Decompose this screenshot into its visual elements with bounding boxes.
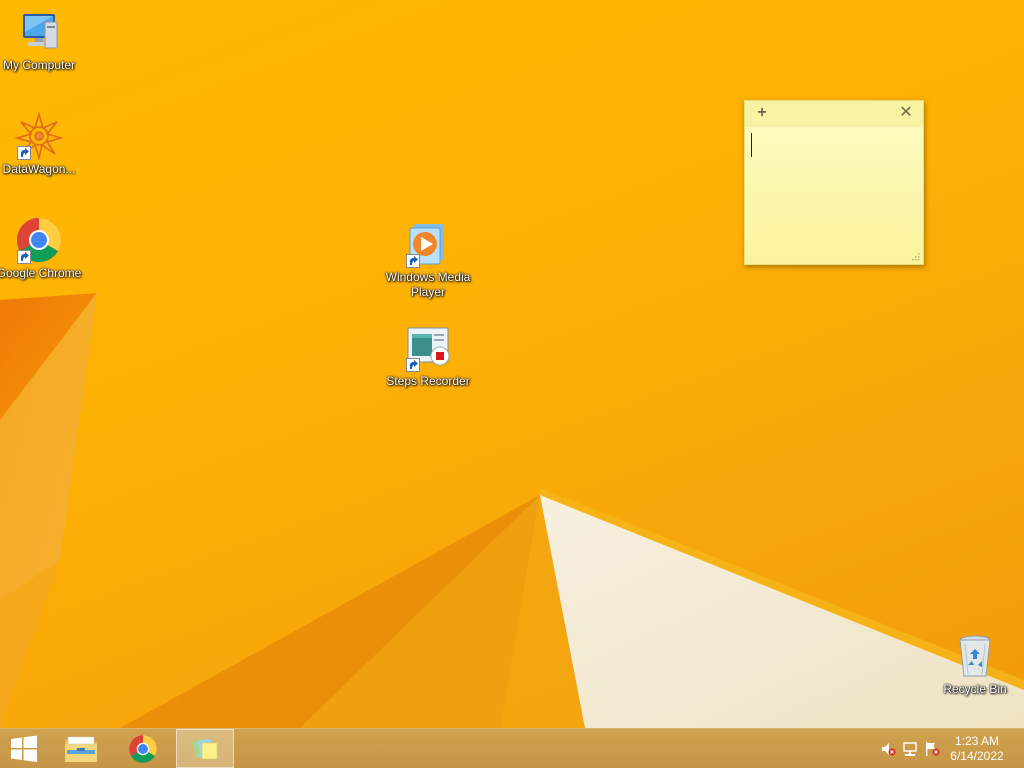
recycle-bin-icon xyxy=(951,632,999,680)
sticky-note-window[interactable]: + ✕ xyxy=(744,100,924,265)
file-explorer-icon xyxy=(65,736,97,762)
shortcut-arrow-icon xyxy=(406,358,420,372)
steps-recorder-icon xyxy=(404,324,452,372)
clock-time: 1:23 AM xyxy=(954,734,1000,748)
shortcut-arrow-icon xyxy=(406,254,420,268)
chrome-icon xyxy=(15,216,63,264)
media-player-icon xyxy=(404,220,452,268)
desktop-icon-windows-media-player[interactable]: Windows Media Player xyxy=(385,220,471,300)
new-note-button[interactable]: + xyxy=(753,104,771,122)
shortcut-arrow-icon xyxy=(17,146,31,160)
taskbar-sticky-notes-button[interactable] xyxy=(176,729,234,768)
desktop-icon-label: DataWagon... xyxy=(2,162,76,176)
taskbar-chrome-button[interactable] xyxy=(114,729,172,768)
system-tray: 1:23 AM 6/14/2022 xyxy=(864,729,1024,768)
start-button[interactable] xyxy=(0,729,48,768)
text-caret xyxy=(751,133,752,157)
shortcut-arrow-icon xyxy=(17,250,31,264)
desktop-icon-label: Recycle Bin xyxy=(943,682,1007,696)
desktop-icon-recycle-bin[interactable]: Recycle Bin xyxy=(932,632,1018,697)
datawagon-icon xyxy=(15,112,63,160)
desktop-icon-my-computer[interactable]: My Computer xyxy=(0,8,82,73)
desktop-icon-label: Google Chrome xyxy=(0,266,82,280)
clock-date: 6/14/2022 xyxy=(950,749,1004,763)
sticky-note-title-bar[interactable]: + ✕ xyxy=(745,101,923,127)
sticky-note-text-area[interactable] xyxy=(751,133,915,254)
network-icon[interactable] xyxy=(902,741,918,757)
desktop[interactable]: My Computer DataWagon... Google Chrome W… xyxy=(0,0,1024,728)
action-center-flag-icon[interactable] xyxy=(924,741,940,757)
volume-muted-icon[interactable] xyxy=(880,741,896,757)
desktop-icon-datawagon[interactable]: DataWagon... xyxy=(0,112,82,177)
desktop-icon-google-chrome[interactable]: Google Chrome xyxy=(0,216,82,281)
taskbar-clock[interactable]: 1:23 AM 6/14/2022 xyxy=(946,734,1008,764)
desktop-icon-label: Steps Recorder xyxy=(386,374,470,388)
taskbar[interactable]: 1:23 AM 6/14/2022 xyxy=(0,728,1024,768)
delete-note-button[interactable]: ✕ xyxy=(897,104,915,122)
chrome-icon xyxy=(129,734,157,763)
resize-grip-icon[interactable] xyxy=(910,251,920,261)
windows-start-icon xyxy=(11,735,37,762)
taskbar-file-explorer-button[interactable] xyxy=(52,729,110,768)
computer-icon xyxy=(15,8,63,56)
desktop-icon-steps-recorder[interactable]: Steps Recorder xyxy=(385,324,471,389)
desktop-icon-label: Windows Media Player xyxy=(385,270,471,299)
desktop-icon-label: My Computer xyxy=(2,58,76,72)
sticky-notes-icon xyxy=(192,737,218,759)
